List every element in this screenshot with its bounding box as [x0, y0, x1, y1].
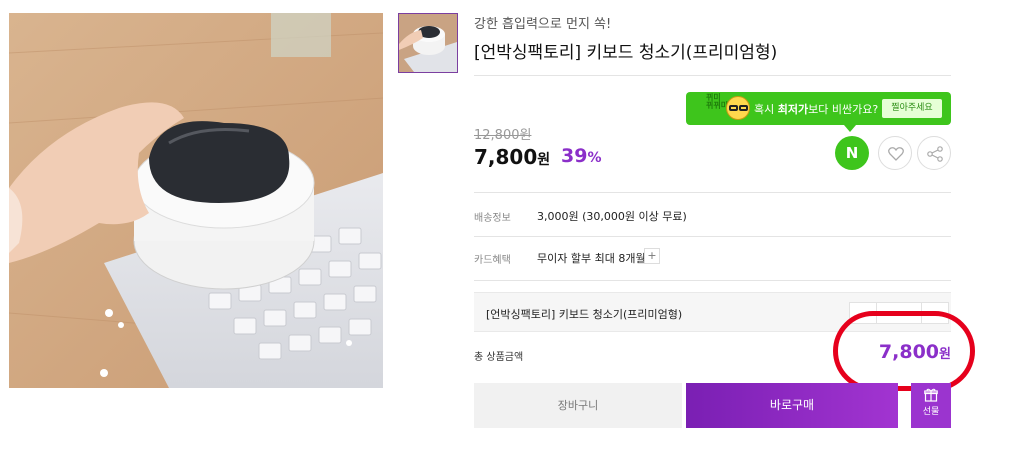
buy-now-button[interactable]: 바로구매 [686, 383, 898, 428]
discount-rate: 39% [561, 145, 602, 167]
product-thumbnail[interactable] [398, 13, 458, 73]
shipping-value: 3,000원 (30,000원 이상 무료) [537, 210, 687, 223]
share-button[interactable] [917, 136, 951, 170]
bubble-tag: 뀌미 뀌뀌미 [706, 93, 729, 110]
gift-button[interactable]: 선물 [911, 383, 951, 428]
divider [474, 280, 951, 281]
bubble-message: 혹시 최저가보다 비싼가요? [754, 103, 879, 116]
gift-icon [924, 388, 938, 402]
divider [474, 192, 951, 193]
card-benefit-more-button[interactable]: + [644, 248, 660, 264]
add-to-cart-button[interactable]: 장바구니 [474, 383, 682, 428]
sale-price: 7,800원 [474, 145, 551, 169]
gift-button-label: 선물 [922, 407, 940, 417]
product-subtitle: 강한 흡입력으로 먼지 쏙! [474, 17, 612, 32]
naver-n-button[interactable]: N [835, 136, 869, 170]
selected-option-name: [언박싱팩토리] 키보드 청소기(프리미엄형) [486, 308, 683, 321]
bubble-tail [844, 125, 856, 132]
share-icon [927, 146, 943, 162]
card-benefit-value: 무이자 할부 최대 8개월 [537, 252, 646, 265]
original-price: 12,800원 [474, 128, 532, 143]
lowest-price-bubble[interactable]: 뀌미 뀌뀌미 혹시 최저가보다 비싼가요? 찔아주세요 [686, 92, 951, 125]
bubble-button[interactable]: 찔아주세요 [882, 99, 942, 118]
highlight-circle [833, 311, 975, 391]
divider [474, 75, 951, 76]
wishlist-button[interactable] [878, 136, 912, 170]
total-price-label: 총 상품금액 [474, 352, 524, 363]
product-main-image [9, 13, 383, 388]
heart-icon [888, 147, 904, 161]
card-benefit-label: 카드혜택 [474, 255, 511, 266]
glasses-face-icon [726, 96, 750, 120]
divider [474, 236, 951, 237]
product-title: [언박싱팩토리] 키보드 청소기(프리미엄형) [474, 43, 778, 63]
shipping-label: 배송정보 [474, 213, 511, 224]
